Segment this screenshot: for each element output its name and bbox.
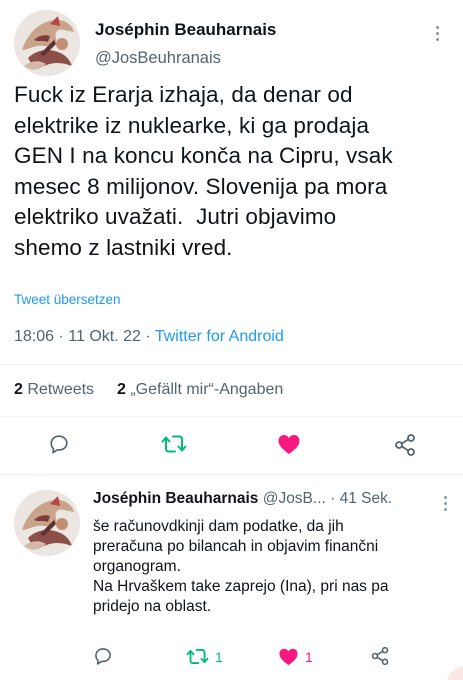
avatar-image: [14, 490, 80, 556]
tweet-text: Fuck iz Erarja izhaja, da denar od elekt…: [14, 80, 454, 263]
tweet-text-line: elektrike iz nuklearke, ki ga prodaja: [14, 112, 370, 138]
like-button[interactable]: [277, 433, 301, 455]
more-options-button[interactable]: [430, 22, 444, 44]
retweet-icon: [186, 649, 209, 664]
share-icon: [395, 434, 415, 456]
tweet-text-line: shemo z lastniki vred.: [14, 234, 233, 260]
tweet-text-line: GEN I na koncu konča na Cipru, vsak: [14, 143, 393, 168]
reply-like-count: 1: [305, 648, 313, 665]
heart-filled-icon: [279, 648, 298, 666]
tweet-source-link[interactable]: Twitter for Android: [155, 328, 284, 345]
reply-button[interactable]: [48, 433, 70, 455]
reply-retweet-count: 1: [215, 648, 223, 665]
reply-text-line: Na Hrvaškem take zaprejo (Ina), pri nas …: [93, 578, 389, 595]
reply-share-button[interactable]: [370, 646, 390, 666]
author-name[interactable]: Joséphin Beauharnais: [95, 20, 276, 40]
reply-more-options-button[interactable]: [438, 492, 452, 514]
reply-icon: [50, 435, 68, 454]
tweet-meta: 18:06 · 11 Okt. 22 · Twitter for Android: [14, 328, 284, 345]
tweet-text-line: elektriko uvažati. Jutri objavimo: [14, 204, 337, 229]
reply-author-avatar[interactable]: [14, 490, 80, 556]
tweet-text-line: Fuck iz Erarja izhaja, da denar od: [14, 82, 353, 107]
retweets-stat[interactable]: 2 Retweets: [14, 381, 94, 398]
reply-text-line: še računovdkinji dam podatke, da jih: [93, 518, 344, 535]
heart-filled-icon: [278, 435, 300, 454]
author-handle[interactable]: @JosBeuhranais: [95, 49, 221, 68]
divider: [0, 416, 463, 417]
reply-author-name[interactable]: Joséphin Beauharnais: [93, 490, 258, 507]
likes-count: 2: [116, 381, 126, 398]
likes-stat[interactable]: 2 „Gefällt mir“-Angaben: [117, 381, 283, 398]
floating-compose-button[interactable]: [446, 666, 463, 680]
retweets-label: Retweets: [27, 381, 95, 398]
tweet-text-line: mesec 8 milijonov. Slovenija pa mora: [14, 173, 388, 199]
reply-retweet-button[interactable]: 1: [186, 646, 223, 667]
retweets-count: 2: [14, 381, 23, 398]
share-button[interactable]: [393, 433, 417, 457]
tweet-stats: 2 Retweets 2 „Gefällt mir“-Angaben: [14, 381, 283, 399]
share-icon: [371, 646, 389, 666]
avatar-image: [14, 10, 80, 76]
reply-icon: [95, 648, 111, 665]
reply-time[interactable]: 41 Sek.: [340, 490, 393, 507]
reply-header: Joséphin Beauharnais @JosB... · 41 Sek.: [93, 490, 428, 508]
reply-author-handle[interactable]: @JosB...: [263, 490, 326, 507]
reply-text-line: organogram.: [93, 558, 181, 575]
likes-label: „Gefällt mir“-Angaben: [130, 381, 284, 398]
divider: [0, 474, 463, 475]
reply-text: še računovdkinji dam podatke, da jih pre…: [93, 517, 453, 617]
tweet-time[interactable]: 18:06: [14, 328, 54, 345]
retweet-icon: [161, 435, 187, 453]
reply-reply-button[interactable]: [93, 646, 113, 666]
reply-like-button[interactable]: 1: [278, 647, 313, 666]
divider: [0, 364, 463, 365]
retweet-button[interactable]: [161, 432, 187, 456]
author-avatar[interactable]: [14, 10, 80, 76]
separator: ·: [330, 490, 336, 507]
tweet-date[interactable]: 11 Okt. 22: [68, 328, 141, 345]
reply-text-line: preračuna po bilancah in objavim finančn…: [93, 538, 379, 555]
reply-text-line: pridejo na oblast.: [93, 598, 212, 615]
translate-tweet-link[interactable]: Tweet übersetzen: [14, 292, 121, 307]
